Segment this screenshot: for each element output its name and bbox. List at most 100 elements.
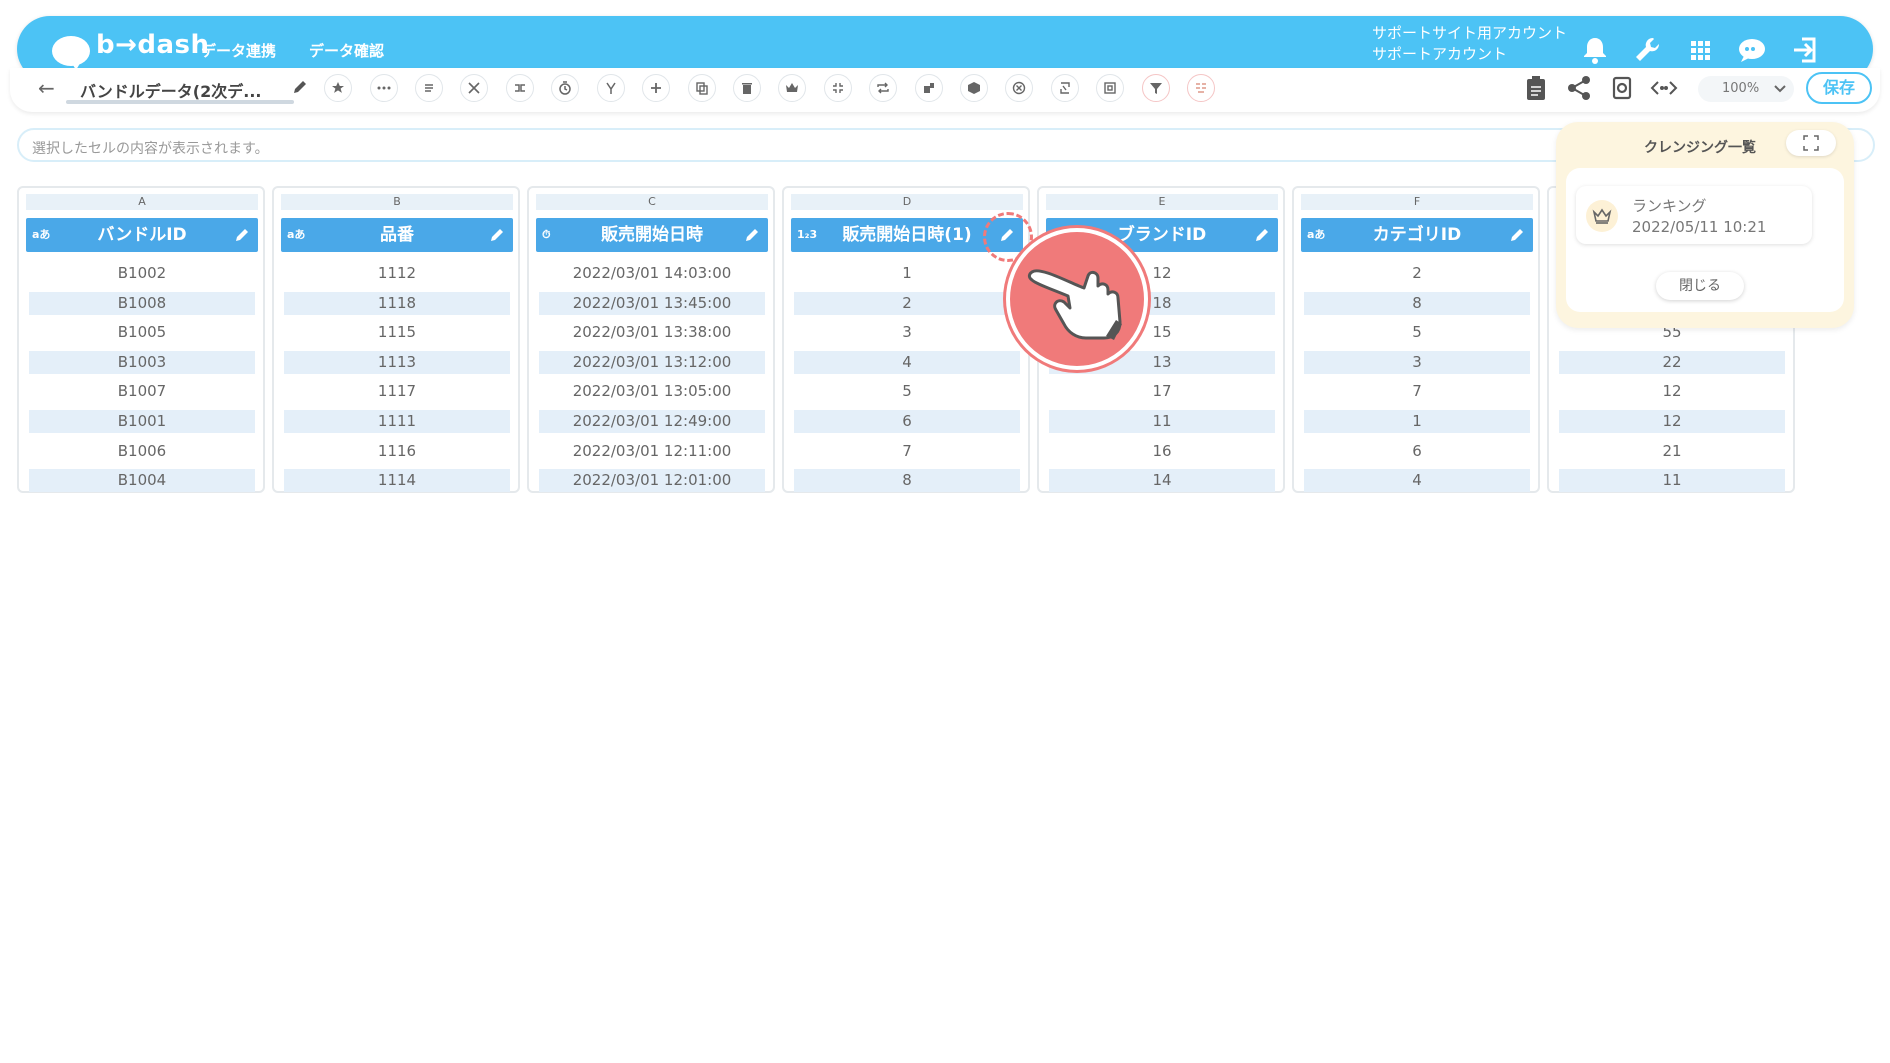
column-header[interactable]: ⏱ 販売開始日時 [536,218,768,252]
save-button[interactable]: 保存 [1806,72,1872,104]
table-cell[interactable]: 1 [794,262,1020,285]
table-cell[interactable]: 2022/03/01 12:01:00 [539,469,765,492]
table-cell[interactable]: 2022/03/01 14:03:00 [539,262,765,285]
table-cell[interactable]: 2 [794,292,1020,315]
table-cell[interactable]: 2022/03/01 12:11:00 [539,440,765,463]
table-cell[interactable]: 8 [794,469,1020,492]
table-cell[interactable]: 7 [794,440,1020,463]
table-cell[interactable]: 2 [1304,262,1530,285]
bell-icon[interactable] [1577,32,1613,68]
column-letter[interactable]: D [791,194,1023,210]
table-cell[interactable]: 17 [1049,380,1275,403]
clipboard-icon[interactable] [1524,74,1548,106]
share-icon[interactable] [1566,74,1592,106]
table-cell[interactable]: 5 [794,380,1020,403]
back-arrow-icon[interactable]: ← [38,76,55,100]
table-cell[interactable]: 2022/03/01 13:05:00 [539,380,765,403]
expand-button[interactable] [1786,130,1836,156]
close-button[interactable]: 閉じる [1656,272,1744,300]
table-cell[interactable]: B1003 [29,351,255,374]
column-letter[interactable]: A [26,194,258,210]
cancel-icon[interactable] [1005,74,1033,102]
convert-icon[interactable] [915,74,943,102]
table-cell[interactable]: B1006 [29,440,255,463]
chat-icon[interactable] [1734,32,1770,68]
table-cell[interactable]: 4 [794,351,1020,374]
more-icon[interactable] [370,74,398,102]
column-header[interactable]: aあ バンドルID [26,218,258,252]
tools-icon[interactable] [460,74,488,102]
zoom-select[interactable]: 100% [1698,76,1794,102]
frame-icon[interactable] [1096,74,1124,102]
table-cell[interactable]: 1116 [284,440,510,463]
table-cell[interactable]: 21 [1559,440,1785,463]
pencil-icon[interactable] [234,227,250,243]
add-icon[interactable] [642,74,670,102]
crown-icon[interactable] [778,74,806,102]
table-cell[interactable]: 1 [1304,410,1530,433]
table-cell[interactable]: 11 [1049,410,1275,433]
table-cell[interactable]: 1111 [284,410,510,433]
box-icon[interactable] [960,74,988,102]
history-icon[interactable] [1610,74,1634,106]
branch-icon[interactable] [597,74,625,102]
bdash-logo[interactable]: b→dash [34,26,209,72]
table-cell[interactable]: 1113 [284,351,510,374]
table-cell[interactable]: 5 [1304,321,1530,344]
column-letter[interactable]: F [1301,194,1533,210]
table-cell[interactable]: 1115 [284,321,510,344]
nav-data-link[interactable]: データ連携 [201,40,276,61]
table-cell[interactable]: 1117 [284,380,510,403]
star-icon[interactable] [324,74,352,102]
code-icon[interactable] [1650,74,1678,106]
table-cell[interactable]: 2022/03/01 13:38:00 [539,321,765,344]
table-cell[interactable]: 2022/03/01 13:12:00 [539,351,765,374]
table-cell[interactable]: 16 [1049,440,1275,463]
table-cell[interactable]: 1114 [284,469,510,492]
column-letter[interactable]: B [281,194,513,210]
wrench-icon[interactable] [1629,32,1665,68]
table-cell[interactable]: 6 [1304,440,1530,463]
table-cell[interactable]: B1007 [29,380,255,403]
table-cell[interactable]: B1005 [29,321,255,344]
document-title[interactable]: バンドルデータ(2次デ... [80,78,261,102]
grid-icon[interactable] [1682,32,1718,68]
column-letter[interactable]: E [1046,194,1278,210]
table-cell[interactable]: 22 [1559,351,1785,374]
table-cell[interactable]: 7 [1304,380,1530,403]
table-cell[interactable]: 12 [1559,410,1785,433]
repeat-icon[interactable] [869,74,897,102]
pencil-icon[interactable] [1254,227,1270,243]
table-cell[interactable]: 14 [1049,469,1275,492]
dedupe-icon[interactable] [1187,74,1215,102]
table-cell[interactable]: 2022/03/01 12:49:00 [539,410,765,433]
pencil-icon[interactable] [744,227,760,243]
table-cell[interactable]: B1001 [29,410,255,433]
table-cell[interactable]: 3 [794,321,1020,344]
table-cell[interactable]: 4 [1304,469,1530,492]
pencil-icon[interactable] [489,227,505,243]
column-header[interactable]: aあ 品番 [281,218,513,252]
account-info[interactable]: サポートサイト用アカウント サポートアカウント [1372,23,1567,65]
table-cell[interactable]: B1004 [29,469,255,492]
merge-icon[interactable] [506,74,534,102]
nav-data-check[interactable]: データ確認 [309,40,384,61]
cleansing-item-ranking[interactable]: ランキング 2022/05/11 10:21 [1576,186,1812,244]
pencil-icon[interactable] [1509,227,1525,243]
filter-icon[interactable] [1142,74,1170,102]
column-letter[interactable]: C [536,194,768,210]
list-icon[interactable] [415,74,443,102]
table-cell[interactable]: 11 [1559,469,1785,492]
table-cell[interactable]: B1008 [29,292,255,315]
swap-icon[interactable] [1051,74,1079,102]
column-header[interactable]: aあ カテゴリID [1301,218,1533,252]
title-edit-icon[interactable] [292,79,308,99]
table-cell[interactable]: B1002 [29,262,255,285]
table-cell[interactable]: 8 [1304,292,1530,315]
table-cell[interactable]: 12 [1559,380,1785,403]
copy-icon[interactable] [688,74,716,102]
logout-icon[interactable] [1786,32,1822,68]
table-cell[interactable]: 3 [1304,351,1530,374]
table-cell[interactable]: 6 [794,410,1020,433]
trash-icon[interactable] [733,74,761,102]
